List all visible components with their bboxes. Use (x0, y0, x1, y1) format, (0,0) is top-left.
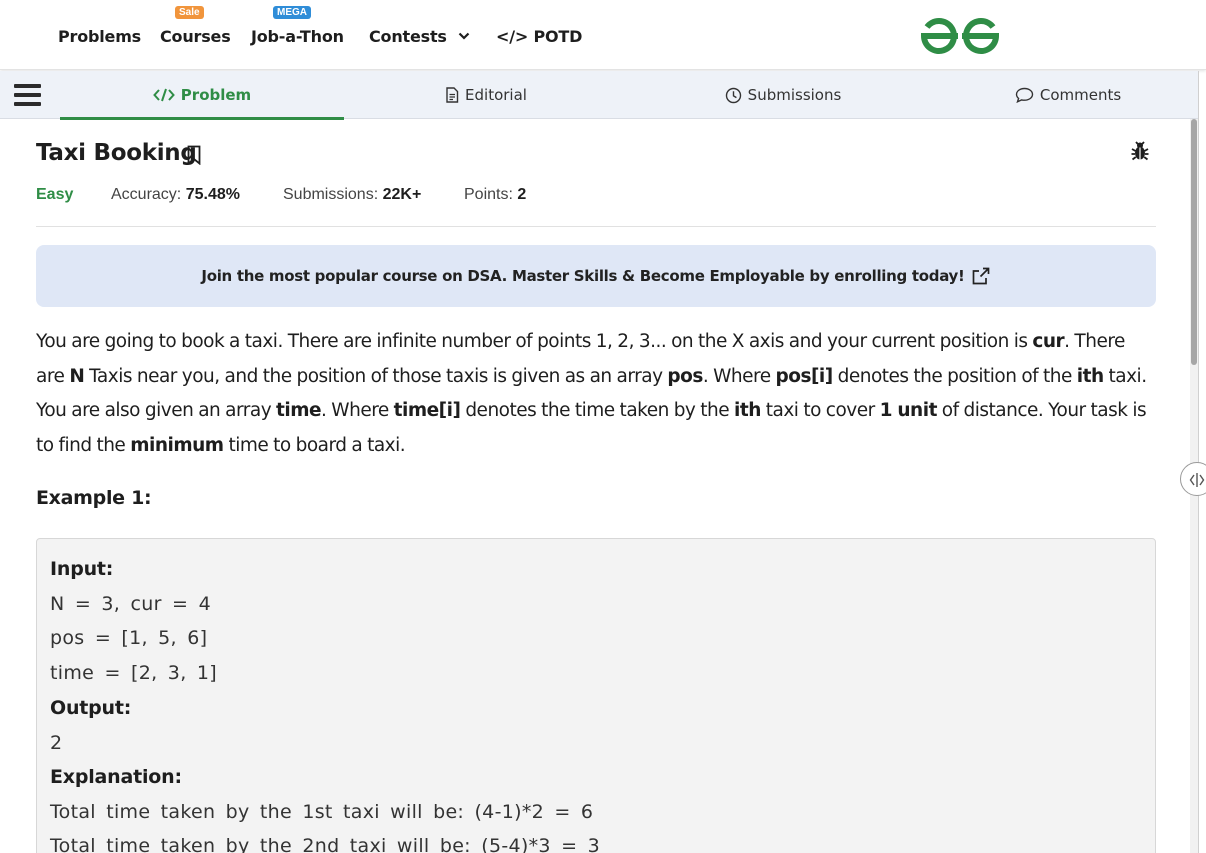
submissions-label: Submissions: (283, 186, 379, 203)
nav-job-a-thon[interactable]: Job-a-Thon (251, 27, 344, 46)
input-line: pos = [1, 5, 6] (50, 627, 208, 649)
course-promo-banner[interactable]: Join the most popular course on DSA. Mas… (36, 245, 1156, 307)
menu-icon[interactable] (14, 84, 41, 106)
banner-text: Join the most popular course on DSA. Mas… (201, 267, 965, 285)
code-icon: </> (496, 27, 529, 46)
chevron-down-icon (458, 32, 470, 40)
desc-text: denotes the position of the (832, 365, 1077, 387)
tab-submissions[interactable]: Submissions (628, 71, 938, 119)
desc-text: time to board a taxi. (223, 434, 406, 456)
desc-bold: 1 unit (879, 400, 938, 421)
tab-editorial[interactable]: Editorial (344, 71, 628, 119)
desc-bold: pos (667, 365, 703, 387)
nav-courses[interactable]: Courses (160, 27, 231, 46)
desc-bold: ith (734, 400, 761, 421)
nav-potd-label: POTD (533, 27, 583, 46)
document-icon (445, 87, 459, 103)
desc-bold: pos[i] (775, 365, 834, 387)
bookmark-icon[interactable] (186, 145, 202, 165)
desc-text: denotes the time taken by the (460, 400, 735, 421)
sale-badge: Sale (175, 6, 204, 19)
example-box: Input: N = 3, cur = 4 pos = [1, 5, 6] ti… (36, 538, 1156, 853)
problem-description: You are going to book a taxi. There are … (36, 325, 1156, 463)
accuracy-stat: Accuracy: 75.48% (111, 186, 240, 204)
desc-text: Taxis near you, and the position of thos… (84, 365, 668, 387)
desc-text: . Where (321, 400, 394, 421)
desc-text: You are going to book a taxi. There are … (36, 331, 1033, 352)
input-line: time = [2, 3, 1] (50, 662, 217, 684)
tab-comments-label: Comments (1039, 86, 1122, 104)
panel-resize-handle[interactable] (1180, 462, 1206, 496)
desc-bold: time[i] (393, 400, 461, 421)
code-icon (152, 88, 175, 102)
scrollbar-thumb[interactable] (1191, 119, 1197, 365)
nav-contests-label: Contests (369, 27, 447, 46)
input-line: N = 3, cur = 4 (50, 593, 211, 615)
example-heading: Example 1: (36, 487, 152, 509)
desc-bold: time (276, 400, 322, 421)
explanation-line: Total time taken by the 2nd taxi will be… (50, 835, 601, 853)
desc-bold: minimum (130, 434, 224, 456)
tab-problem[interactable]: Problem (60, 71, 344, 120)
desc-bold: cur (1032, 331, 1065, 352)
desc-text: . Where (702, 365, 776, 387)
accuracy-label: Accuracy: (111, 186, 182, 203)
problem-tabbar: Problem Editorial Submissions Comments (0, 71, 1198, 120)
report-bug-icon[interactable] (1129, 140, 1151, 162)
mega-badge: MEGA (273, 6, 311, 19)
clock-icon (725, 87, 742, 104)
explanation-label: Explanation: (50, 766, 182, 788)
difficulty-label: Easy (36, 186, 74, 203)
points-stat: Points: 2 (464, 186, 526, 204)
problem-title: Taxi Booking (36, 140, 197, 166)
submissions-stat: Submissions: 22K+ (283, 186, 421, 204)
comment-icon (1015, 87, 1034, 103)
points-value: 2 (517, 186, 527, 203)
tab-comments[interactable]: Comments (938, 71, 1198, 119)
output-value: 2 (50, 732, 63, 754)
header-divider (36, 226, 1156, 227)
desc-bold: ith (1076, 365, 1104, 387)
code-collapse-icon (1189, 473, 1205, 487)
nav-potd[interactable]: </> POTD (496, 27, 582, 46)
nav-contests[interactable]: Contests (369, 27, 470, 46)
desc-bold: N (69, 365, 85, 387)
input-label: Input: (50, 558, 114, 580)
external-link-icon (972, 267, 989, 285)
top-navbar: Problems Sale Courses MEGA Job-a-Thon Co… (0, 0, 1206, 70)
desc-text: taxi to cover (760, 400, 880, 421)
nav-problems[interactable]: Problems (58, 27, 141, 46)
tab-problem-label: Problem (180, 86, 252, 104)
explanation-line: Total time taken by the 1st taxi will be… (50, 801, 594, 823)
points-label: Points: (464, 186, 513, 203)
output-label: Output: (50, 697, 132, 719)
accuracy-value: 75.48% (185, 186, 240, 203)
tab-editorial-label: Editorial (465, 86, 527, 104)
gfg-logo[interactable] (918, 15, 1002, 57)
submissions-value: 22K+ (382, 186, 422, 203)
tab-submissions-label: Submissions (747, 86, 842, 104)
